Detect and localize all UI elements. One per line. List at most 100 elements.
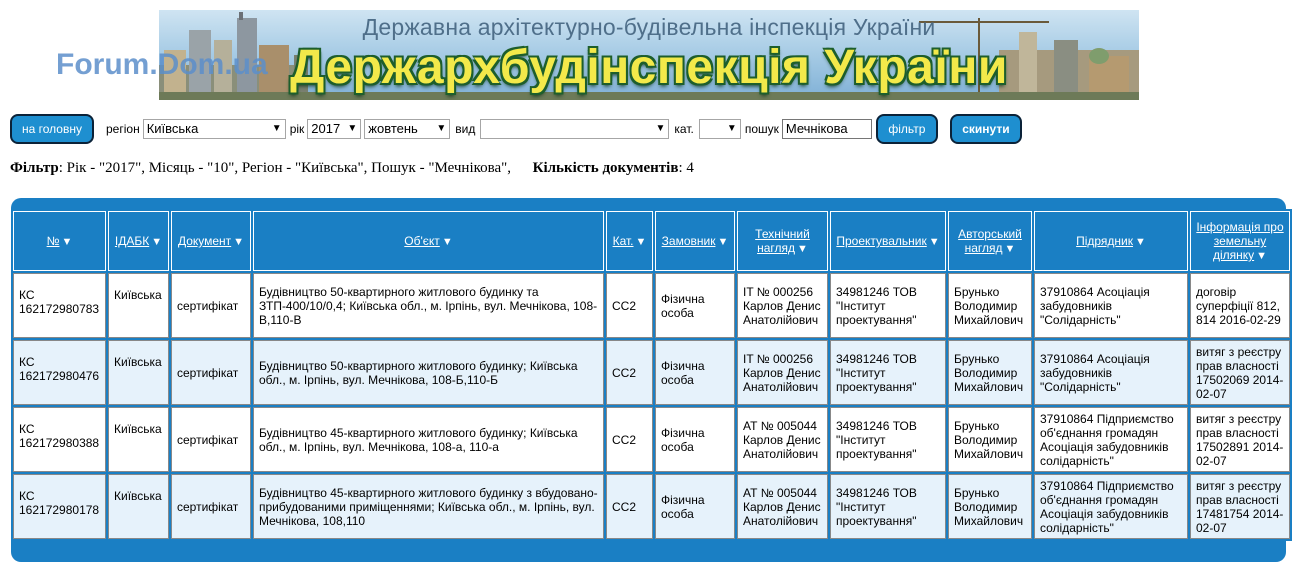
cell-customer: Фізична особа [655, 474, 735, 539]
count-text: : 4 [678, 160, 694, 176]
col-header-label[interactable]: Замовник [662, 234, 716, 248]
sort-arrow-icon[interactable]: ▼ [717, 236, 728, 248]
col-header-label[interactable]: № [47, 234, 60, 248]
cell-object: Будівництво 50-квартирного житлового буд… [253, 273, 604, 338]
month-select[interactable]: жовтень ▼ [364, 119, 451, 139]
cell-designer: 34981246 ТОВ "Інститут проектування" [830, 407, 946, 472]
cell-category: СС2 [606, 407, 653, 472]
cell-category: СС2 [606, 273, 653, 338]
table-row: КС 162172980178 Київська сертифікат Буді… [13, 474, 1290, 539]
cell-idabk: Київська [108, 340, 169, 405]
header-banner: Державна архітектурно-будівельна інспекц… [159, 10, 1139, 100]
month-select-value: жовтень [368, 121, 418, 136]
col-header-label[interactable]: Проектувальник [836, 234, 926, 248]
col-header-land-info[interactable]: Інформація про земельну ділянку ▼ [1190, 211, 1290, 271]
cell-number: КС 162172980388 [13, 407, 106, 472]
search-label: пошук [744, 122, 779, 136]
cell-contractor: 37910864 Асоціація забудовників "Солідар… [1034, 273, 1188, 338]
col-header-category[interactable]: Кат. ▼ [606, 211, 653, 271]
dropdown-arrow-icon: ▼ [347, 123, 358, 134]
sort-arrow-icon[interactable]: ▼ [929, 236, 940, 248]
year-label: рік [289, 122, 305, 136]
cell-idabk: Київська [108, 273, 169, 338]
year-select[interactable]: 2017 ▼ [307, 119, 362, 139]
category-select[interactable]: ▼ [698, 119, 741, 139]
col-header-contractor[interactable]: Підрядник ▼ [1034, 211, 1188, 271]
banner-subtitle: Державна архітектурно-будівельна інспекц… [362, 14, 936, 40]
dropdown-arrow-icon: ▼ [271, 123, 282, 134]
cell-category: СС2 [606, 340, 653, 405]
cell-author-supervision: Брунько Володимир Михайлович [948, 273, 1032, 338]
sort-arrow-icon[interactable]: ▼ [442, 236, 453, 248]
cell-number: КС 162172980178 [13, 474, 106, 539]
col-header-author-supervision[interactable]: Авторський нагляд ▼ [948, 211, 1032, 271]
cell-land-info: витяг з реєстру прав власності 17502891 … [1190, 407, 1290, 472]
sort-arrow-icon[interactable]: ▼ [1005, 243, 1016, 255]
sort-arrow-icon[interactable]: ▼ [233, 236, 244, 248]
col-header-designer[interactable]: Проектувальник ▼ [830, 211, 946, 271]
banner-title: Держархбудінспекція України [290, 41, 1008, 94]
region-select[interactable]: Київська ▼ [142, 119, 286, 139]
col-header-number[interactable]: № ▼ [13, 211, 106, 271]
filter-text: : Рік - "2017", Місяць - "10", Регіон - … [58, 160, 512, 176]
col-header-idabk[interactable]: ІДАБК ▼ [108, 211, 169, 271]
cell-tech-supervision: IT № 000256 Карлов Денис Анатолійович [737, 273, 828, 338]
cell-document: сертифікат [171, 340, 251, 405]
cell-tech-supervision: АТ № 005044 Карлов Денис Анатолійович [737, 407, 828, 472]
col-header-label[interactable]: ІДАБК [115, 234, 149, 248]
sort-arrow-icon[interactable]: ▼ [636, 236, 647, 248]
cell-object: Будівництво 45-квартирного житлового буд… [253, 474, 604, 539]
cell-contractor: 37910864 Асоціація забудовників "Солідар… [1034, 340, 1188, 405]
cell-contractor: 37910864 Підприємство об'єднання громадя… [1034, 407, 1188, 472]
table-header-row: № ▼ ІДАБК ▼ Документ ▼ Об'єкт ▼ Кат. ▼ Замовн… [13, 211, 1290, 271]
cell-designer: 34981246 ТОВ "Інститут проектування" [830, 273, 946, 338]
filter-summary: Фільтр: Рік - "2017", Місяць - "10", Рег… [10, 160, 694, 177]
cell-author-supervision: Брунько Володимир Михайлович [948, 407, 1032, 472]
reset-button[interactable]: скинути [949, 114, 1022, 144]
watermark-logo: Forum.Dom.ua [56, 48, 268, 82]
col-header-customer[interactable]: Замовник ▼ [655, 211, 735, 271]
col-header-tech-supervision[interactable]: Технічний нагляд ▼ [737, 211, 828, 271]
col-header-label[interactable]: Кат. [613, 234, 634, 248]
cell-customer: Фізична особа [655, 407, 735, 472]
cell-document: сертифікат [171, 474, 251, 539]
dropdown-arrow-icon: ▼ [655, 123, 666, 134]
filter-button[interactable]: фільтр [875, 114, 938, 144]
type-label: вид [455, 122, 476, 136]
col-header-label[interactable]: Документ [178, 234, 231, 248]
sort-arrow-icon[interactable]: ▼ [797, 243, 808, 255]
cell-author-supervision: Брунько Володимир Михайлович [948, 474, 1032, 539]
watermark-text: Forum.Dom.ua [56, 48, 268, 81]
cell-number: КС 162172980476 [13, 340, 106, 405]
table-row: КС 162172980476 Київська сертифікат Буді… [13, 340, 1290, 405]
col-header-object[interactable]: Об'єкт ▼ [253, 211, 604, 271]
home-button[interactable]: на головну [10, 114, 94, 144]
sort-arrow-icon[interactable]: ▼ [151, 236, 162, 248]
col-header-label[interactable]: Інформація про земельну ділянку [1196, 220, 1283, 262]
sort-arrow-icon[interactable]: ▼ [1135, 236, 1146, 248]
type-select[interactable]: ▼ [480, 119, 670, 139]
cell-idabk: Київська [108, 474, 169, 539]
cell-category: СС2 [606, 474, 653, 539]
sort-arrow-icon[interactable]: ▼ [61, 236, 72, 248]
cell-object: Будівництво 50-квартирного житлового буд… [253, 340, 604, 405]
category-label: кат. [674, 122, 694, 136]
cell-land-info: витяг з реєстру прав власності 17502069 … [1190, 340, 1290, 405]
region-select-value: Київська [146, 121, 199, 136]
dropdown-arrow-icon: ▼ [726, 123, 737, 134]
table-row: КС 162172980783 Київська сертифікат Буді… [13, 273, 1290, 338]
cell-idabk: Київська [108, 407, 169, 472]
filter-toolbar: на головну регіон Київська ▼ рік 2017 ▼ … [10, 114, 1285, 144]
filter-key: Фільтр [10, 160, 59, 176]
col-header-label[interactable]: Підрядник [1076, 234, 1133, 248]
cell-author-supervision: Брунько Володимир Михайлович [948, 340, 1032, 405]
col-header-label[interactable]: Об'єкт [404, 234, 440, 248]
cell-designer: 34981246 ТОВ "Інститут проектування" [830, 474, 946, 539]
results-table: № ▼ ІДАБК ▼ Документ ▼ Об'єкт ▼ Кат. ▼ Замовн… [11, 209, 1292, 541]
cell-customer: Фізична особа [655, 340, 735, 405]
cell-document: сертифікат [171, 407, 251, 472]
search-input[interactable]: Мечнікова [781, 119, 872, 139]
col-header-document[interactable]: Документ ▼ [171, 211, 251, 271]
sort-arrow-icon[interactable]: ▼ [1256, 250, 1267, 262]
year-select-value: 2017 [311, 121, 341, 136]
